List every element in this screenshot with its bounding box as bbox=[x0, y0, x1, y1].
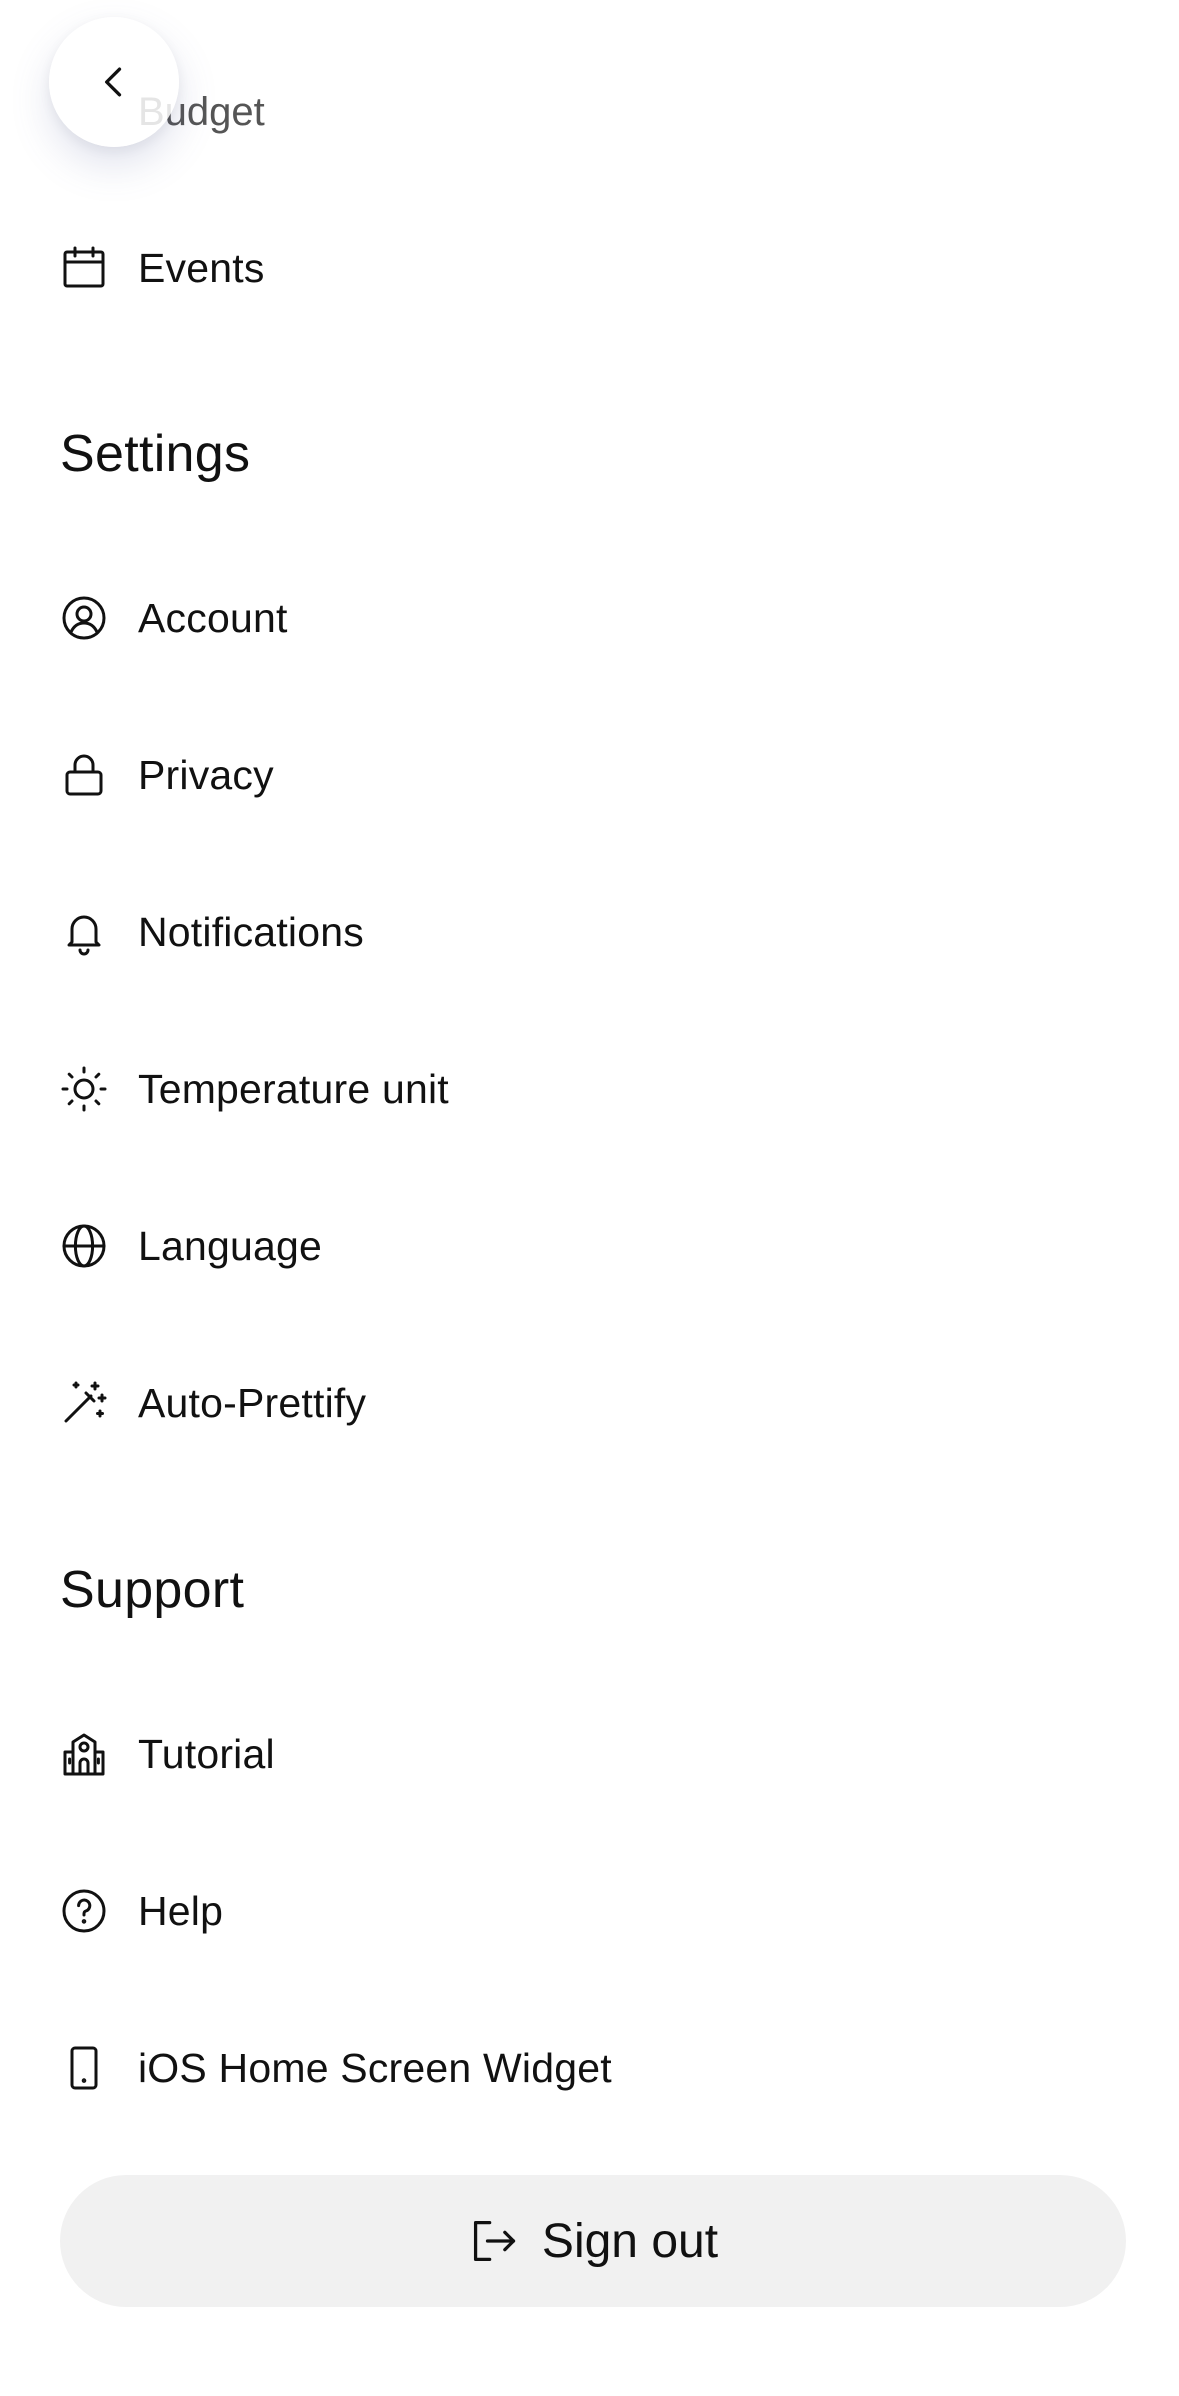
phone-icon bbox=[60, 2044, 108, 2092]
logout-icon bbox=[473, 2220, 516, 2262]
support-section-title: Support bbox=[60, 1561, 245, 1619]
menu-item-label: Notifications bbox=[138, 908, 364, 955]
chevron-left-icon bbox=[105, 67, 122, 97]
menu-item-label: iOS Home Screen Widget bbox=[138, 2044, 612, 2091]
sign-out-button[interactable]: Sign out bbox=[60, 2175, 1126, 2307]
menu-item-label: Account bbox=[138, 594, 288, 641]
menu-item-help[interactable]: Help bbox=[60, 1881, 223, 1941]
menu-item-auto-prettify[interactable]: Auto-Prettify bbox=[60, 1373, 366, 1433]
back-button[interactable] bbox=[49, 17, 179, 147]
menu-item-events[interactable]: Events bbox=[60, 238, 265, 298]
bell-icon bbox=[60, 908, 108, 956]
settings-section-title: Settings bbox=[60, 425, 251, 483]
globe-icon bbox=[60, 1222, 108, 1270]
menu-item-label: Help bbox=[138, 1887, 224, 1934]
menu-item-label: Events bbox=[138, 244, 265, 291]
magic-wand-icon bbox=[60, 1379, 108, 1427]
sign-out-label: Sign out bbox=[541, 2214, 719, 2268]
menu-item-ios-widget[interactable]: iOS Home Screen Widget bbox=[60, 2038, 612, 2098]
menu-item-temperature-unit[interactable]: Temperature unit bbox=[60, 1059, 449, 1119]
sun-icon bbox=[60, 1065, 108, 1113]
menu-item-label: Temperature unit bbox=[138, 1065, 449, 1112]
user-circle-icon bbox=[60, 594, 108, 642]
school-icon bbox=[60, 1730, 108, 1778]
menu-item-account[interactable]: Account bbox=[60, 588, 288, 648]
menu-item-label: Tutorial bbox=[138, 1730, 275, 1777]
menu-item-label: Language bbox=[138, 1222, 323, 1269]
lock-icon bbox=[60, 751, 108, 799]
menu-item-language[interactable]: Language bbox=[60, 1216, 322, 1276]
menu-item-label: Auto-Prettify bbox=[138, 1379, 367, 1426]
menu-item-label: Privacy bbox=[138, 751, 274, 798]
question-circle-icon bbox=[60, 1887, 108, 1935]
menu-item-tutorial[interactable]: Tutorial bbox=[60, 1724, 275, 1784]
calendar-icon bbox=[60, 244, 108, 292]
menu-item-privacy[interactable]: Privacy bbox=[60, 745, 274, 805]
menu-item-notifications[interactable]: Notifications bbox=[60, 902, 364, 962]
